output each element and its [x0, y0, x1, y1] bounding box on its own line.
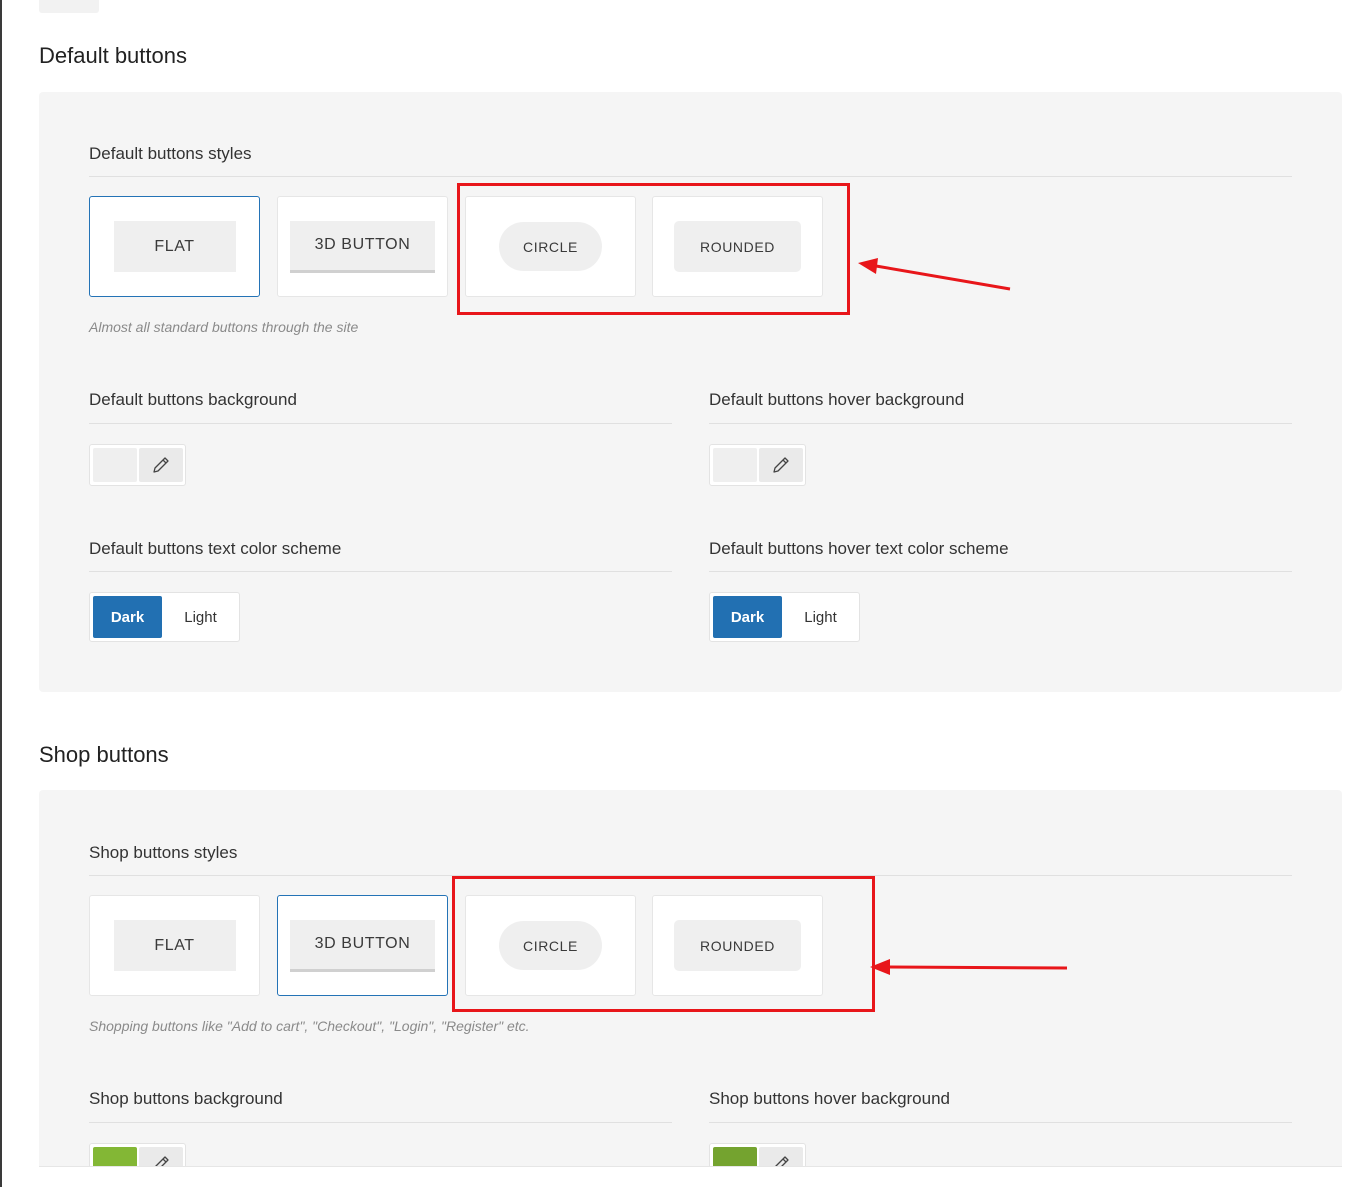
annotation-arrows	[858, 258, 1068, 975]
annotation-arrowhead	[870, 959, 890, 975]
annotation-arrow-line	[875, 264, 1011, 291]
annotation-arrowhead	[858, 258, 878, 274]
annotation-arrow-line	[889, 965, 1068, 970]
